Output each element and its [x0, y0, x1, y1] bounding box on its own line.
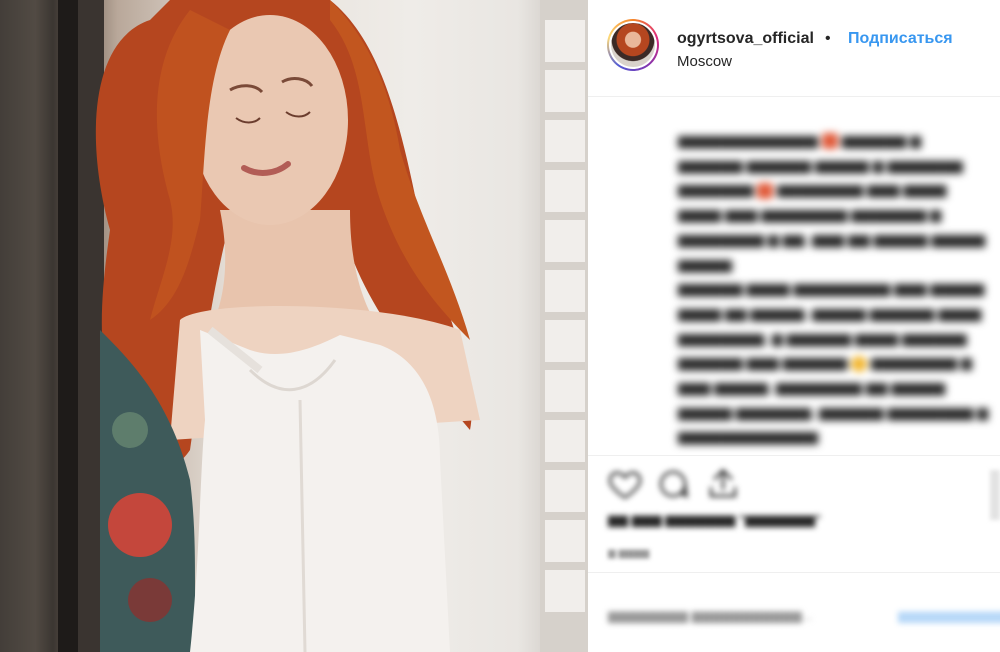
post-side-panel: ogyrtsova_official • Подписаться Moscow …: [588, 0, 1000, 652]
likes-count-blurred: ▆▆ ▆▆▆ ▆▆▆▆▆▆▆ "▆▆▆▆▆▆▆": [608, 512, 822, 527]
comment-icon[interactable]: [654, 466, 692, 502]
heart-icon[interactable]: [606, 466, 644, 502]
separator-dot: •: [825, 30, 831, 47]
username-link[interactable]: ogyrtsova_official: [677, 30, 814, 48]
more-tab[interactable]: [990, 470, 1000, 520]
publish-button-blurred[interactable]: ▆▆▆▆▆▆▆▆▆▆▆: [898, 608, 1000, 624]
post-header: ogyrtsova_official • Подписаться Moscow: [588, 0, 1000, 97]
actions-divider: [588, 455, 1000, 456]
comment-divider: [588, 572, 1000, 573]
post-photo[interactable]: [0, 0, 588, 652]
caption-blurred: ▆▆▆▆▆▆▆▆▆▆▆▆▆ ▆▆▆▆▆▆ ▆ ▆▆▆▆▆▆ ▆▆▆▆▆▆ ▆▆▆…: [678, 132, 989, 445]
photo-illustration: [0, 0, 588, 652]
avatar[interactable]: [607, 19, 659, 71]
avatar-image: [611, 23, 655, 67]
follow-button[interactable]: Подписаться: [848, 30, 953, 48]
location-link[interactable]: Moscow: [677, 53, 732, 70]
post-time-blurred: ▆ ▆▆▆▆: [608, 548, 650, 559]
comment-input-blurred[interactable]: ▆▆▆▆▆▆▆▆ ▆▆▆▆▆▆▆▆▆▆▆...: [608, 608, 812, 624]
share-icon[interactable]: [704, 466, 742, 502]
